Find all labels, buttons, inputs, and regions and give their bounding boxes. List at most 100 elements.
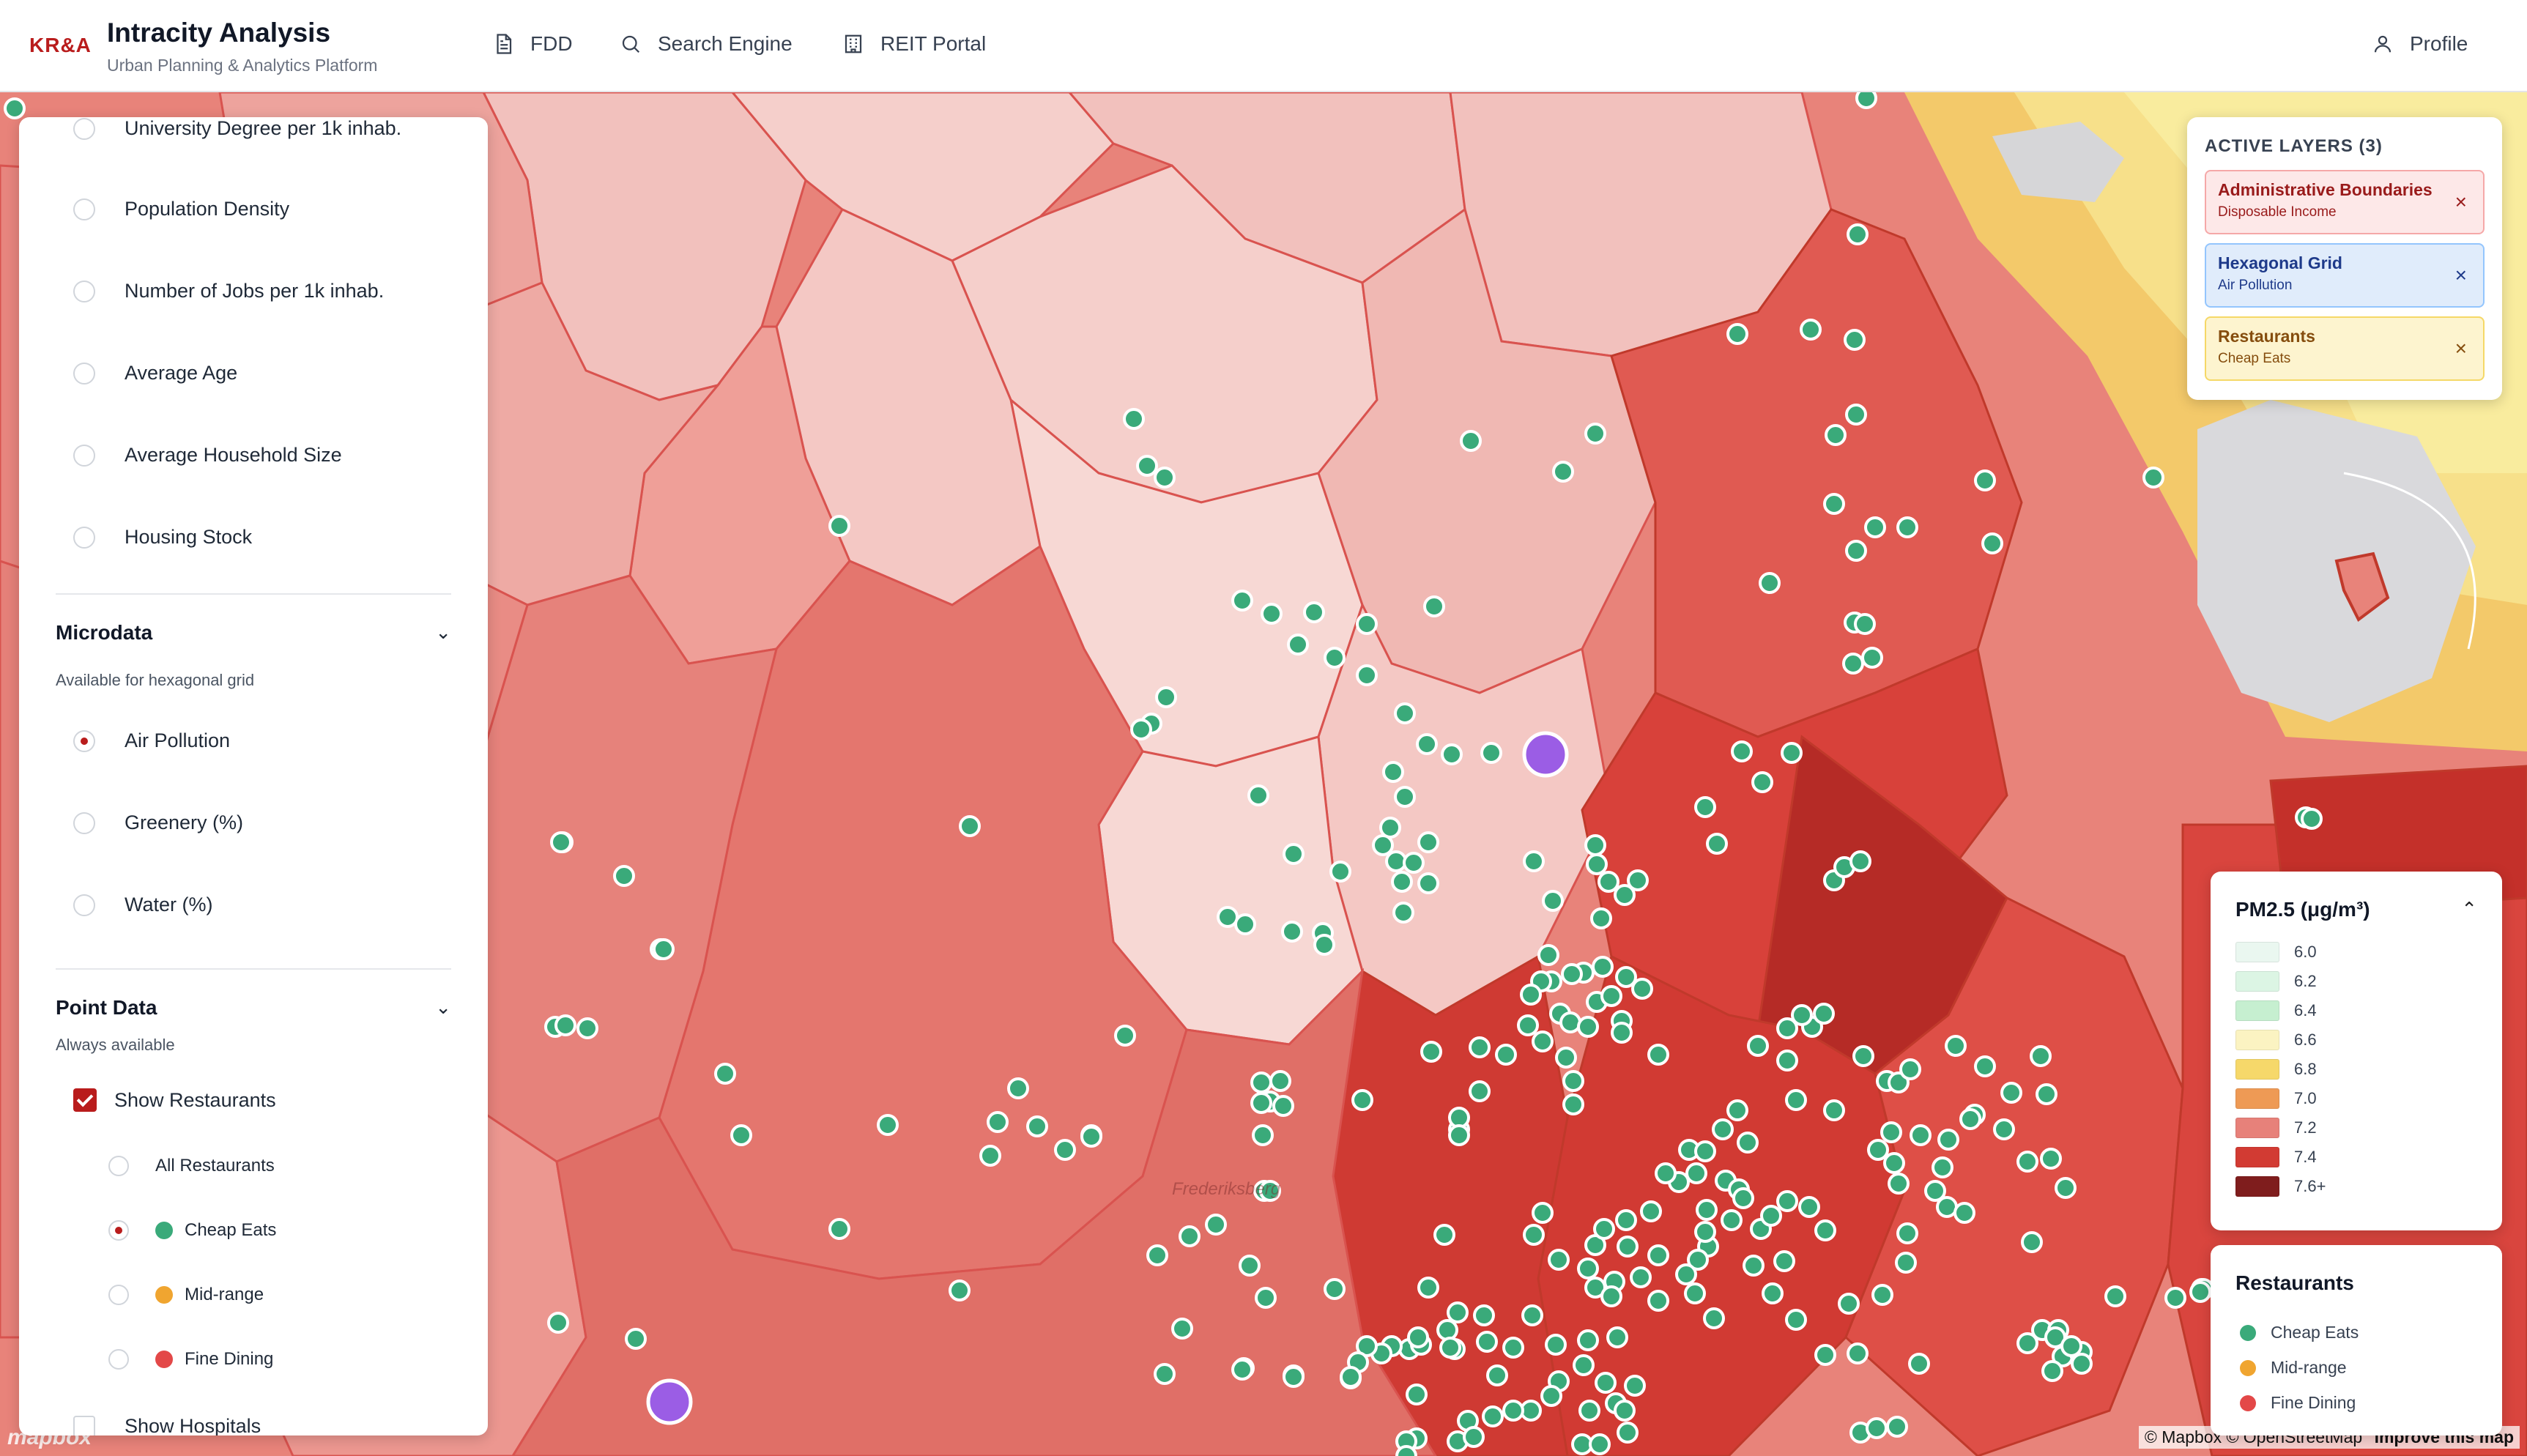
legend-swatch bbox=[2235, 1147, 2279, 1167]
pm25-legend-title: PM2.5 (μg/m³) bbox=[2235, 898, 2370, 921]
radio-checked[interactable] bbox=[73, 729, 95, 752]
pm25-legend-row: 6.4 bbox=[2235, 1000, 2317, 1021]
point-data-subtitle: Always available bbox=[56, 1036, 175, 1054]
layer-subtitle: Cheap Eats bbox=[2218, 351, 2291, 366]
legend-swatch bbox=[2235, 1118, 2279, 1138]
pm25-legend-row: 7.0 bbox=[2235, 1088, 2317, 1109]
map-place-label: Frederiksberg bbox=[1172, 1179, 1281, 1199]
building-icon bbox=[845, 34, 862, 53]
close-icon[interactable]: × bbox=[2455, 190, 2467, 214]
nav-profile[interactable]: Profile bbox=[2372, 32, 2468, 56]
legend-fine-dining: Fine Dining bbox=[2240, 1393, 2356, 1413]
nav-profile-label: Profile bbox=[2410, 32, 2468, 55]
option-housing-stock[interactable]: Housing Stock bbox=[73, 526, 252, 549]
option-label: Population Density bbox=[125, 198, 290, 220]
checkbox-checked[interactable] bbox=[73, 1088, 97, 1112]
legend-swatch bbox=[2235, 1059, 2279, 1080]
active-layers-title: ACTIVE LAYERS (3) bbox=[2205, 136, 2383, 156]
chevron-up-icon[interactable]: ⌃ bbox=[2461, 898, 2477, 921]
chevron-down-icon[interactable]: ⌄ bbox=[435, 621, 451, 644]
radio[interactable] bbox=[73, 362, 95, 385]
layer-card-restaurants[interactable]: Restaurants Cheap Eats × bbox=[2205, 316, 2485, 381]
user-icon bbox=[2374, 35, 2391, 53]
radio[interactable] bbox=[73, 198, 95, 220]
close-icon[interactable]: × bbox=[2455, 264, 2467, 287]
restaurants-legend-title: Restaurants bbox=[2235, 1271, 2354, 1294]
option-greenery[interactable]: Greenery (%) bbox=[73, 811, 243, 834]
microdata-subtitle: Available for hexagonal grid bbox=[56, 671, 255, 689]
option-label: Average Age bbox=[125, 362, 238, 384]
option-air-pollution[interactable]: Air Pollution bbox=[73, 729, 230, 752]
legend-label: 6.0 bbox=[2294, 943, 2317, 961]
option-label: Greenery (%) bbox=[125, 811, 244, 833]
close-icon[interactable]: × bbox=[2455, 337, 2467, 360]
option-household-size[interactable]: Average Household Size bbox=[73, 444, 342, 467]
option-population-density[interactable]: Population Density bbox=[73, 198, 289, 220]
legend-swatch bbox=[2235, 971, 2279, 992]
pm25-legend-row: 6.0 bbox=[2235, 942, 2317, 962]
option-label: All Restaurants bbox=[155, 1156, 275, 1175]
show-hospitals-toggle[interactable]: Show Hospitals bbox=[73, 1415, 261, 1435]
chevron-down-icon[interactable]: ⌄ bbox=[435, 996, 451, 1019]
nav-fdd[interactable]: FDD bbox=[492, 32, 573, 56]
filter-cheap-eats[interactable]: Cheap Eats bbox=[108, 1220, 276, 1241]
radio[interactable] bbox=[73, 280, 95, 302]
green-dot-icon bbox=[2240, 1324, 2256, 1341]
radio[interactable] bbox=[73, 117, 95, 140]
radio-checked[interactable] bbox=[108, 1220, 129, 1241]
orange-dot-icon bbox=[2240, 1359, 2256, 1376]
legend-label: 7.0 bbox=[2294, 1089, 2317, 1107]
radio[interactable] bbox=[108, 1349, 129, 1370]
legend-label: 6.2 bbox=[2294, 972, 2317, 990]
divider bbox=[56, 593, 451, 595]
option-label: Average Household Size bbox=[125, 444, 342, 466]
option-label: Number of Jobs per 1k inhab. bbox=[125, 280, 385, 302]
layer-card-hex-grid[interactable]: Hexagonal Grid Air Pollution × bbox=[2205, 243, 2485, 308]
filter-all-restaurants[interactable]: All Restaurants bbox=[108, 1156, 275, 1176]
checkbox[interactable] bbox=[73, 1415, 95, 1435]
nav-search-label: Search Engine bbox=[658, 32, 793, 55]
filter-mid-range[interactable]: Mid-range bbox=[108, 1285, 264, 1305]
legend-label: Cheap Eats bbox=[2271, 1323, 2359, 1342]
nav-reit-label: REIT Portal bbox=[880, 32, 987, 55]
layer-card-admin-boundaries[interactable]: Administrative Boundaries Disposable Inc… bbox=[2205, 170, 2485, 234]
layer-subtitle: Disposable Income bbox=[2218, 204, 2337, 220]
brand-logo[interactable]: KR&A bbox=[29, 34, 92, 57]
legend-label: Mid-range bbox=[2271, 1358, 2347, 1377]
filter-fine-dining[interactable]: Fine Dining bbox=[108, 1349, 273, 1370]
radio[interactable] bbox=[73, 444, 95, 467]
point-data-title[interactable]: Point Data bbox=[56, 996, 157, 1019]
radio[interactable] bbox=[73, 811, 95, 834]
option-jobs-per-1k[interactable]: Number of Jobs per 1k inhab. bbox=[73, 280, 384, 302]
option-label: University Degree per 1k inhab. bbox=[125, 117, 402, 139]
layer-name: Hexagonal Grid bbox=[2218, 253, 2342, 272]
layer-name: Restaurants bbox=[2218, 327, 2315, 346]
pm25-legend-row: 6.6 bbox=[2235, 1030, 2317, 1050]
microdata-title[interactable]: Microdata bbox=[56, 621, 152, 645]
radio[interactable] bbox=[73, 526, 95, 549]
option-water[interactable]: Water (%) bbox=[73, 894, 213, 916]
pm25-legend-row: 7.2 bbox=[2235, 1118, 2317, 1138]
nav-search-engine[interactable]: Search Engine bbox=[620, 32, 793, 56]
show-restaurants-toggle[interactable]: Show Restaurants bbox=[73, 1088, 276, 1112]
orange-dot-icon bbox=[155, 1286, 173, 1304]
legend-swatch bbox=[2235, 1088, 2279, 1109]
layer-name: Administrative Boundaries bbox=[2218, 180, 2433, 199]
document-icon bbox=[497, 34, 512, 54]
radio[interactable] bbox=[73, 894, 95, 916]
option-label: Water (%) bbox=[125, 894, 213, 915]
option-university-degree[interactable]: University Degree per 1k inhab. bbox=[73, 117, 401, 140]
app-subtitle: Urban Planning & Analytics Platform bbox=[107, 56, 378, 75]
app-header: KR&A Intracity Analysis Urban Planning &… bbox=[0, 0, 2527, 92]
legend-label: 7.4 bbox=[2294, 1148, 2317, 1166]
radio[interactable] bbox=[108, 1156, 129, 1176]
legend-label: 6.4 bbox=[2294, 1001, 2317, 1019]
radio[interactable] bbox=[108, 1285, 129, 1305]
legend-label: 7.2 bbox=[2294, 1118, 2317, 1137]
pm25-legend-row: 6.8 bbox=[2235, 1059, 2317, 1080]
legend-label: 7.6+ bbox=[2294, 1177, 2326, 1195]
pm25-legend-row: 7.6+ bbox=[2235, 1176, 2326, 1197]
option-label: Show Hospitals bbox=[125, 1415, 261, 1435]
option-average-age[interactable]: Average Age bbox=[73, 362, 237, 385]
nav-reit-portal[interactable]: REIT Portal bbox=[842, 32, 986, 56]
